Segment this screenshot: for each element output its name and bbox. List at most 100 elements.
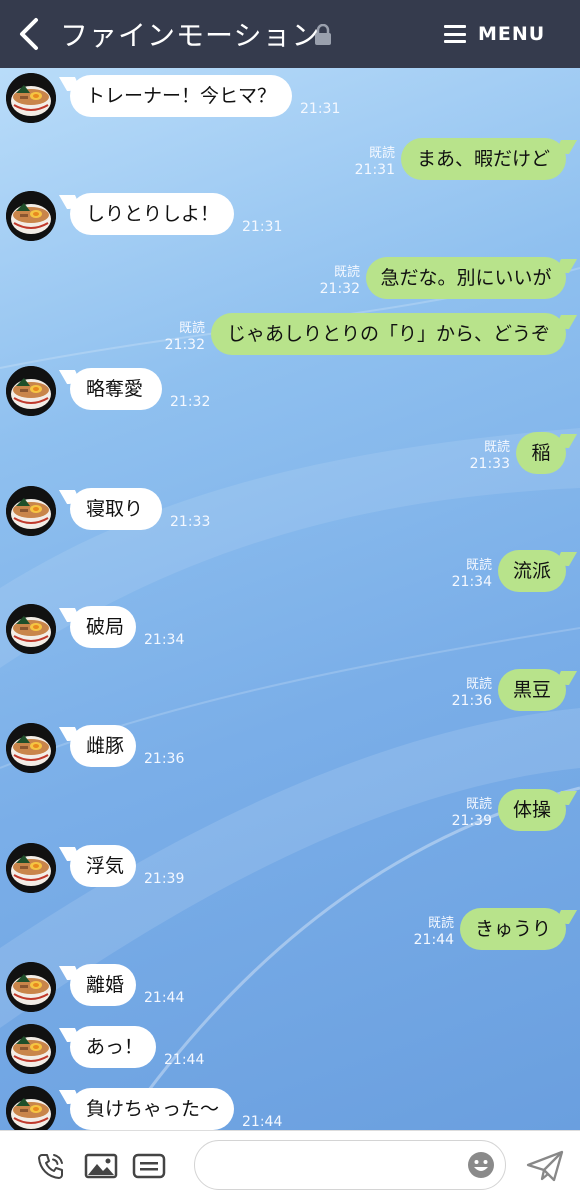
avatar[interactable] — [6, 366, 56, 416]
message-bubble[interactable]: 稲 — [516, 432, 566, 474]
message-meta: 既読 21:31 — [355, 145, 395, 179]
message-bubble[interactable]: 寝取り — [70, 488, 162, 530]
message-time: 21:33 — [170, 514, 211, 530]
avatar[interactable] — [6, 1086, 56, 1136]
message-time: 21:34 — [144, 632, 185, 648]
avatar[interactable] — [6, 843, 56, 893]
message-bubble[interactable]: しりとりしよ！ — [70, 193, 234, 235]
message-bubble[interactable]: 体操 — [498, 789, 566, 831]
send-button[interactable] — [526, 1149, 564, 1187]
incoming-message: 離婚 21:44 — [0, 962, 580, 1014]
message-meta: 既読 21:32 — [165, 320, 205, 354]
message-time: 21:33 — [469, 456, 510, 472]
read-receipt: 既読 — [465, 797, 492, 812]
chevron-left-icon — [20, 18, 38, 50]
read-receipt: 既読 — [483, 440, 510, 455]
outgoing-message: 稲既読 21:33 — [0, 432, 580, 482]
message-time: 21:32 — [319, 281, 360, 297]
message-time: 21:44 — [144, 990, 185, 1006]
read-receipt: 既読 — [368, 146, 395, 161]
call-button[interactable] — [36, 1151, 66, 1185]
read-receipt: 既読 — [427, 916, 454, 931]
avatar[interactable] — [6, 962, 56, 1012]
read-receipt: 既読 — [465, 558, 492, 573]
message-time: 21:34 — [451, 574, 492, 590]
read-receipt: 既読 — [178, 321, 205, 336]
hamburger-menu-icon — [444, 25, 466, 43]
avatar[interactable] — [6, 723, 56, 773]
avatar[interactable] — [6, 486, 56, 536]
message-bubble[interactable]: トレーナー！今ヒマ？ — [70, 75, 292, 117]
message-bubble[interactable]: 略奪愛 — [70, 368, 162, 410]
phone-call-icon — [38, 1154, 63, 1179]
read-receipt: 既読 — [333, 265, 360, 280]
message-time: 21:31 — [242, 219, 283, 235]
message-bubble[interactable]: 流派 — [498, 550, 566, 592]
image-icon — [84, 1153, 118, 1179]
incoming-message: 雌豚 21:36 — [0, 723, 580, 775]
incoming-message: 浮気 21:39 — [0, 843, 580, 895]
outgoing-message: 流派 既読 21:34 — [0, 550, 580, 600]
message-input[interactable] — [211, 1141, 465, 1189]
outgoing-message: きゅうり 既読 21:44 — [0, 908, 580, 958]
message-time: 21:32 — [170, 394, 211, 410]
menu-label: MENU — [478, 23, 546, 45]
message-bubble[interactable]: 黒豆 — [498, 669, 566, 711]
message-bubble[interactable]: 負けちゃった〜 — [70, 1088, 234, 1130]
incoming-message: しりとりしよ！ 21:31 — [0, 191, 580, 243]
message-meta: 既読 21:32 — [320, 264, 360, 298]
outgoing-message: 急だな。別にいいが 既読 21:32 — [0, 257, 580, 307]
message-time: 21:44 — [413, 932, 454, 948]
message-bubble[interactable]: あっ！ — [70, 1026, 156, 1068]
keyboard-button[interactable] — [132, 1153, 166, 1183]
message-time: 21:31 — [354, 162, 395, 178]
message-time: 21:36 — [144, 751, 185, 767]
message-meta: 既読 21:39 — [452, 796, 492, 830]
image-button[interactable] — [84, 1153, 118, 1183]
message-time: 21:44 — [164, 1052, 205, 1068]
message-time: 21:44 — [242, 1114, 283, 1130]
avatar[interactable] — [6, 191, 56, 241]
message-bubble[interactable]: 破局 — [70, 606, 136, 648]
message-meta: 既読 21:34 — [452, 557, 492, 591]
outgoing-message: 黒豆 既読 21:36 — [0, 669, 580, 719]
message-bubble[interactable]: きゅうり — [460, 908, 566, 950]
emoji-button[interactable] — [467, 1151, 495, 1179]
read-receipt: 既読 — [465, 677, 492, 692]
avatar[interactable] — [6, 73, 56, 123]
message-time: 21:31 — [300, 101, 341, 117]
message-bubble[interactable]: 雌豚 — [70, 725, 136, 767]
message-bubble[interactable]: まあ、暇だけど — [401, 138, 566, 180]
message-bubble[interactable]: 急だな。別にいいが — [366, 257, 566, 299]
outgoing-message: 体操 既読 21:39 — [0, 789, 580, 839]
chat-header: ファインモーション MENU — [0, 0, 580, 68]
message-meta: 既読 21:36 — [452, 676, 492, 710]
chat-title: ファインモーション — [60, 19, 321, 52]
incoming-message: 略奪愛 21:32 — [0, 366, 580, 418]
send-icon — [526, 1150, 564, 1182]
incoming-message: あっ！ 21:44 — [0, 1024, 580, 1076]
incoming-message: 破局 21:34 — [0, 604, 580, 656]
lock-icon — [314, 23, 332, 46]
input-bar — [0, 1130, 580, 1201]
outgoing-message: まあ、暇だけど 既読 21:31 — [0, 138, 580, 188]
message-time: 21:39 — [451, 813, 492, 829]
message-time: 21:32 — [164, 337, 205, 353]
outgoing-message: じゃあしりとりの「り」から、どうぞ 既読 21:32 — [0, 313, 580, 363]
message-bubble[interactable]: じゃあしりとりの「り」から、どうぞ — [211, 313, 566, 355]
smiley-icon — [468, 1152, 494, 1178]
message-bubble[interactable]: 離婚 — [70, 964, 136, 1006]
message-meta: 既読 21:33 — [470, 439, 510, 473]
message-time: 21:39 — [144, 871, 185, 887]
menu-button[interactable]: MENU — [444, 20, 545, 48]
message-meta: 既読 21:44 — [414, 915, 454, 949]
avatar[interactable] — [6, 604, 56, 654]
back-button[interactable] — [14, 16, 44, 52]
avatar[interactable] — [6, 1024, 56, 1074]
incoming-message: トレーナー！今ヒマ？ 21:31 — [0, 73, 580, 125]
message-input-container — [194, 1140, 506, 1190]
message-time: 21:36 — [451, 693, 492, 709]
incoming-message: 寝取り 21:33 — [0, 486, 580, 538]
keyboard-icon — [132, 1153, 166, 1179]
message-bubble[interactable]: 浮気 — [70, 845, 136, 887]
